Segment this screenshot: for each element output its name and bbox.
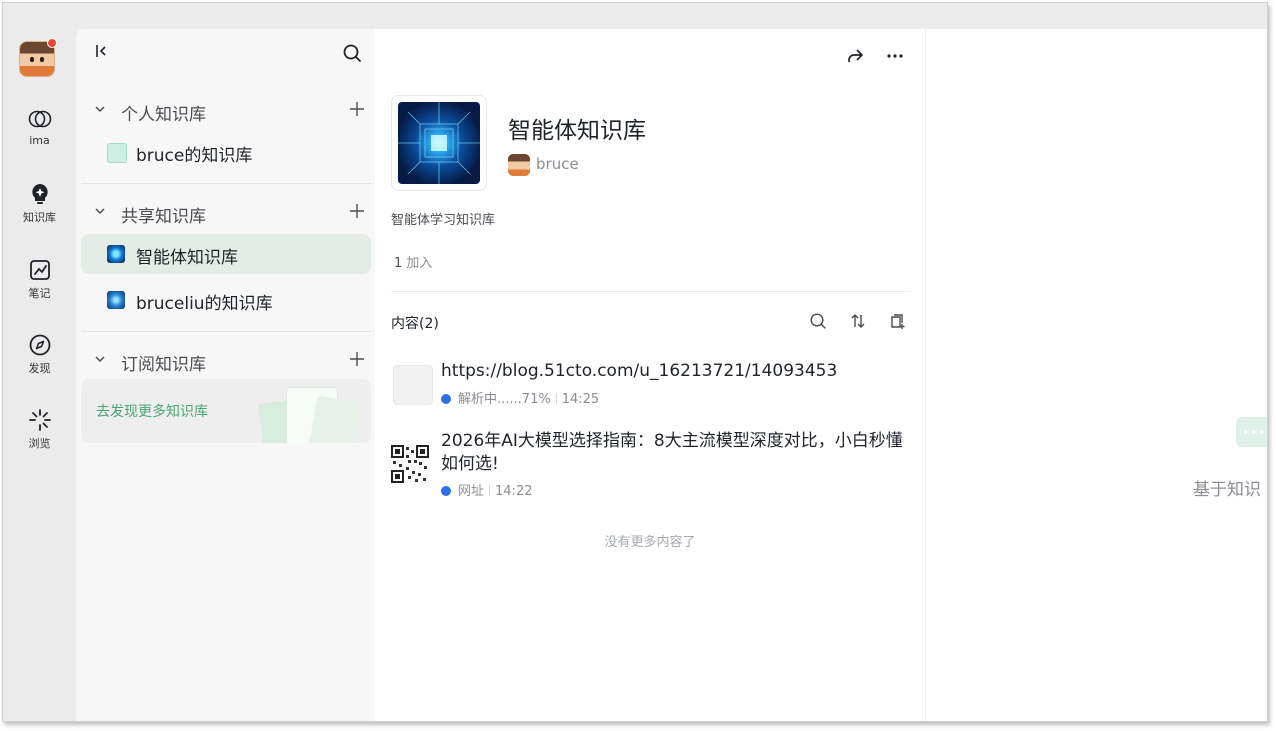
discover-more-link[interactable]: 去发现更多知识库 — [96, 401, 208, 421]
icon-rail: ima 知识库 笔记 发现 浏览 — [3, 3, 76, 721]
sidebar-item-label: 智能体知识库 — [136, 248, 238, 268]
owner-name: bruce — [536, 155, 579, 173]
list-item[interactable]: 2026年AI大模型选择指南：8大主流模型深度对比，小白秒懂如何选! 网址 14:… — [391, 429, 911, 499]
search-icon[interactable] — [342, 43, 362, 63]
rail-label: 发现 — [28, 362, 51, 375]
browser-icon — [441, 486, 451, 496]
kb-cover — [391, 95, 487, 191]
item-time: 14:22 — [495, 484, 533, 499]
rail-item-notes[interactable]: 笔记 — [3, 258, 76, 301]
section-subscribed[interactable]: 订阅知识库 — [76, 342, 375, 378]
kb-cover-icon — [107, 291, 125, 309]
browse-icon — [28, 409, 51, 431]
rail-label: 浏览 — [28, 437, 51, 450]
joined-count: 1 加入 — [394, 252, 432, 271]
search-icon[interactable] — [809, 312, 827, 330]
compass-icon — [29, 334, 50, 356]
section-title: 订阅知识库 — [121, 355, 206, 375]
joined-label: 加入 — [406, 256, 433, 271]
sort-icon[interactable] — [849, 312, 867, 330]
item-status: 解析中......71% — [458, 392, 551, 407]
sidebar-item-label: bruceliu的知识库 — [136, 294, 273, 314]
notification-dot — [47, 38, 57, 48]
add-content-icon[interactable] — [889, 312, 907, 330]
rail-label: ima — [29, 134, 50, 147]
file-placeholder-icon — [393, 365, 433, 405]
item-title: https://blog.51cto.com/u_16213721/140934… — [441, 361, 838, 381]
joined-number: 1 — [394, 256, 403, 271]
discover-more-card[interactable]: 去发现更多知识库 — [81, 379, 371, 443]
chevron-down-icon — [95, 208, 105, 215]
item-meta: 解析中......71% 14:25 — [441, 388, 599, 407]
section-title: 共享知识库 — [121, 207, 206, 227]
chevron-down-icon — [95, 356, 105, 363]
section-shared[interactable]: 共享知识库 — [76, 194, 375, 230]
rail-label: 知识库 — [23, 211, 56, 224]
bulb-icon — [31, 184, 48, 204]
add-icon[interactable] — [349, 101, 365, 117]
owner-avatar — [508, 154, 530, 176]
sidebar-item-bruce-kb[interactable]: bruce的知识库 — [81, 132, 371, 172]
knowledge-sidebar: 个人知识库 bruce的知识库 共享知识库 智能体知识库 bruceliu的知识… — [76, 29, 375, 721]
sidebar-item-bruceliu-kb[interactable]: bruceliu的知识库 — [81, 280, 371, 320]
note-icon — [29, 260, 50, 280]
share-icon[interactable] — [845, 46, 865, 66]
section-personal[interactable]: 个人知识库 — [76, 92, 375, 128]
kb-cover-image — [398, 102, 480, 184]
assistant-hint: 基于知识 — [1193, 480, 1261, 500]
divider — [81, 331, 371, 332]
chevron-down-icon — [95, 106, 105, 113]
collapse-sidebar-icon[interactable] — [94, 43, 110, 59]
item-time: 14:25 — [561, 392, 600, 407]
app-window: ima 知识库 笔记 发现 浏览 个人知识库 bruce的知识库 共享知识库 智… — [2, 2, 1268, 722]
divider — [81, 183, 371, 184]
content-heading: 内容(2) — [391, 316, 439, 332]
more-icon[interactable] — [885, 46, 905, 66]
kb-description: 智能体学习知识库 — [391, 213, 496, 228]
browser-icon — [441, 394, 451, 404]
add-icon[interactable] — [349, 351, 365, 367]
doc-illustration — [308, 395, 362, 443]
rail-item-browse[interactable]: 浏览 — [3, 408, 76, 451]
assistant-pane: 基于知识 — [926, 29, 1267, 721]
user-avatar[interactable] — [19, 38, 57, 77]
add-icon[interactable] — [349, 203, 365, 219]
ima-logo-icon — [28, 110, 51, 128]
kb-doc-icon — [107, 143, 127, 163]
kb-detail-pane: 智能体知识库 bruce 智能体学习知识库 1 加入 内容(2) https:/… — [375, 29, 926, 721]
rail-item-knowledge[interactable]: 知识库 — [3, 182, 76, 225]
kb-title: 智能体知识库 — [508, 118, 646, 144]
list-item[interactable]: https://blog.51cto.com/u_16213721/140934… — [391, 359, 911, 409]
rail-item-ima[interactable]: ima — [3, 107, 76, 147]
qr-code-thumbnail — [391, 445, 429, 483]
no-more-content: 没有更多内容了 — [604, 535, 696, 550]
kb-cover-icon — [107, 245, 125, 263]
section-title: 个人知识库 — [121, 105, 206, 125]
chat-bubble-icon — [1236, 417, 1267, 447]
item-title: 2026年AI大模型选择指南：8大主流模型深度对比，小白秒懂如何选! — [441, 431, 903, 474]
rail-item-discover[interactable]: 发现 — [3, 333, 76, 376]
sidebar-item-label: bruce的知识库 — [136, 146, 253, 166]
rail-label: 笔记 — [28, 287, 51, 300]
item-status: 网址 — [458, 484, 485, 499]
sidebar-item-agent-kb[interactable]: 智能体知识库 — [81, 234, 371, 274]
divider — [391, 291, 911, 292]
item-meta: 网址 14:22 — [441, 480, 532, 499]
